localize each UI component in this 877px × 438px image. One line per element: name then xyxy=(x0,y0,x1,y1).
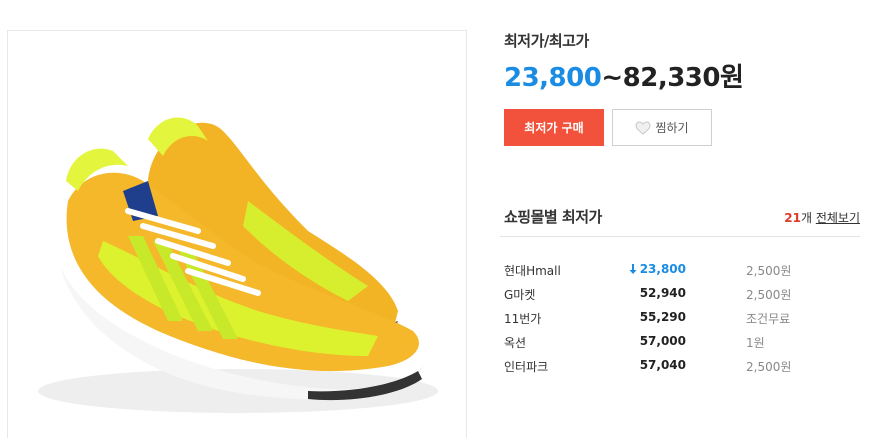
mall-shipping: 조건무료 xyxy=(746,312,791,326)
heart-icon xyxy=(635,120,651,135)
mall-price[interactable]: 55,290 xyxy=(640,310,686,324)
min-price: 23,800 xyxy=(504,63,602,93)
mall-shipping: 2,500원 xyxy=(746,288,792,302)
mall-shipping: 2,500원 xyxy=(746,264,792,278)
mall-name[interactable]: 11번가 xyxy=(504,310,541,327)
mall-row[interactable]: 현대Hmall 23,800 2,500원 xyxy=(504,258,860,282)
mall-name[interactable]: 현대Hmall xyxy=(504,262,561,279)
mall-shipping: 1원 xyxy=(746,336,765,350)
wish-button[interactable]: 찜하기 xyxy=(612,109,712,146)
mall-count: 21 xyxy=(784,211,801,225)
price-separator: ~ xyxy=(601,63,623,93)
mall-price[interactable]: 52,940 xyxy=(640,286,686,300)
mall-count-suffix: 개 xyxy=(800,211,812,225)
view-all-text[interactable]: 전체보기 xyxy=(816,211,860,225)
mall-name[interactable]: 인터파크 xyxy=(504,358,548,375)
price-label: 최저가/최고가 xyxy=(504,32,589,50)
wish-label: 찜하기 xyxy=(655,121,689,135)
mall-shipping: 2,500원 xyxy=(746,360,792,374)
buy-lowest-button[interactable]: 최저가 구매 xyxy=(504,109,604,146)
mall-price[interactable]: 57,040 xyxy=(640,358,686,372)
mall-name[interactable]: G마켓 xyxy=(504,286,535,303)
mall-name[interactable]: 옥션 xyxy=(504,334,526,351)
view-all-link[interactable]: 21개 전체보기 xyxy=(784,209,860,226)
sneaker-illustration xyxy=(38,117,438,413)
price-range: 23,800~82,330원 xyxy=(504,57,744,94)
mall-row[interactable]: 11번가 55,290 조건무료 xyxy=(504,306,860,330)
mall-list: 현대Hmall 23,800 2,500원 G마켓 52,940 2,500원 … xyxy=(504,258,860,378)
mall-price-lowest[interactable]: 23,800 xyxy=(629,262,686,276)
down-arrow-icon xyxy=(629,264,637,274)
mall-row[interactable]: 옥션 57,000 1원 xyxy=(504,330,860,354)
mall-price[interactable]: 57,000 xyxy=(640,334,686,348)
max-price: 82,330원 xyxy=(622,63,744,93)
product-image xyxy=(7,30,467,438)
mall-row[interactable]: 인터파크 57,040 2,500원 xyxy=(504,354,860,378)
section-divider xyxy=(500,236,860,237)
mall-row[interactable]: G마켓 52,940 2,500원 xyxy=(504,282,860,306)
mall-price-value: 23,800 xyxy=(639,262,686,276)
mall-section-title: 쇼핑몰별 최저가 xyxy=(504,208,602,226)
